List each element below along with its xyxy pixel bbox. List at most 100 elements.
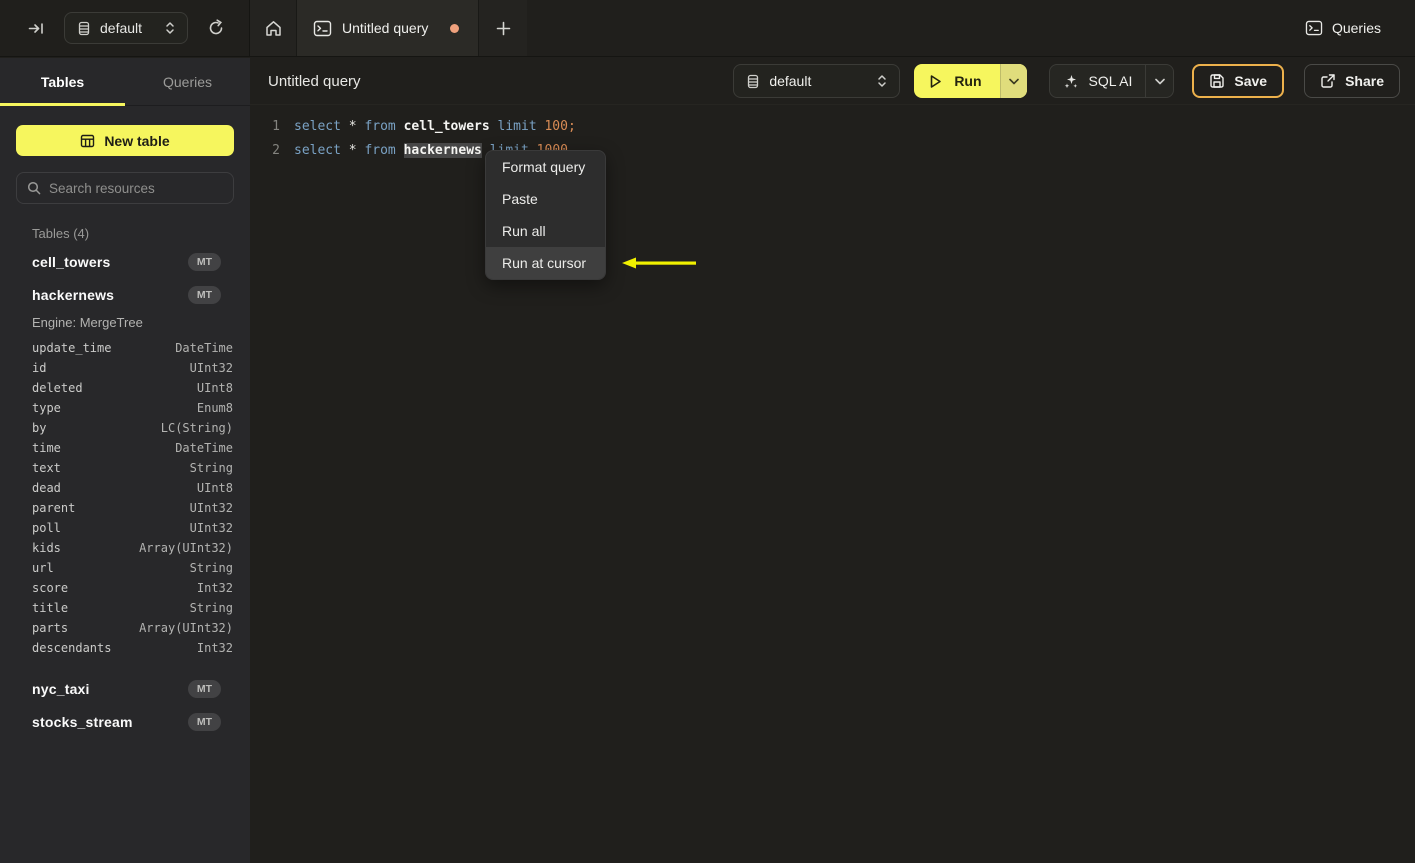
play-icon	[929, 74, 942, 89]
run-button-label: Run	[954, 73, 982, 89]
search-input[interactable]	[49, 180, 226, 196]
table-name: stocks_stream	[32, 713, 133, 730]
column-row: score Int32	[0, 578, 250, 598]
home-button[interactable]	[250, 0, 296, 56]
column-row: text String	[0, 458, 250, 478]
column-name: descendants	[32, 641, 112, 655]
database-selector[interactable]: default	[733, 64, 901, 98]
menu-item-run-at-cursor[interactable]: Run at cursor	[486, 247, 605, 279]
column-name: update_time	[32, 341, 112, 355]
column-row: url String	[0, 558, 250, 578]
column-name: deleted	[32, 381, 83, 395]
column-row: kids Array(UInt32)	[0, 538, 250, 558]
menu-item-run-all[interactable]: Run all	[486, 215, 605, 247]
database-selector[interactable]: default	[64, 12, 189, 44]
editor-context-menu: Format query Paste Run all Run at cursor	[485, 150, 606, 280]
table-item-stocks_stream[interactable]: stocks_stream MT	[0, 705, 250, 738]
selected-token: hackernews	[403, 142, 482, 158]
engine-badge: MT	[187, 252, 221, 271]
column-name: id	[32, 361, 47, 375]
column-type: Int32	[196, 581, 233, 595]
column-type: LC(String)	[160, 421, 233, 435]
top-bar-spacer	[527, 0, 1293, 56]
save-button[interactable]: Save	[1192, 64, 1285, 98]
sql-editor[interactable]: 1 select * from cell_towers limit 100; 2 se…	[250, 105, 1415, 162]
line-number: 2	[272, 142, 280, 158]
column-row: parts Array(UInt32)	[0, 618, 250, 638]
column-type: String	[189, 461, 233, 475]
column-row: dead UInt8	[0, 478, 250, 498]
column-name: time	[32, 441, 61, 455]
table-name: nyc_taxi	[32, 680, 90, 697]
plus-icon	[496, 21, 511, 36]
engine-badge: MT	[187, 285, 221, 304]
column-type: Array(UInt32)	[139, 541, 233, 555]
engine-badge: MT	[187, 712, 221, 731]
run-options-button[interactable]	[999, 64, 1027, 98]
column-type: Int32	[196, 641, 233, 655]
column-type: UInt32	[189, 361, 233, 375]
collapse-sidebar-button[interactable]	[22, 14, 50, 42]
sidebar-tab-queries[interactable]: Queries	[125, 58, 250, 105]
run-button[interactable]: Run	[914, 64, 999, 98]
share-button[interactable]: Share	[1304, 64, 1400, 98]
menu-item-format-query[interactable]: Format query	[486, 151, 605, 183]
table-engine-label: Engine: MergeTree	[32, 315, 143, 330]
code-token: from	[364, 142, 396, 158]
search-icon	[27, 181, 41, 195]
column-type: Enum8	[196, 401, 233, 415]
refresh-button[interactable]	[202, 14, 230, 42]
sql-console-app: default Untitled query Queries Tables Qu…	[0, 0, 1415, 863]
tab-strip: Untitled query	[250, 0, 527, 56]
save-button-label: Save	[1234, 73, 1268, 89]
chevron-down-icon	[1008, 78, 1019, 85]
table-item-hackernews[interactable]: hackernews MT	[0, 278, 250, 311]
column-name: parts	[32, 621, 69, 635]
tab-label: Untitled query	[342, 20, 429, 36]
column-row: title String	[0, 598, 250, 618]
table-name: hackernews	[32, 286, 115, 303]
sql-ai-button[interactable]: SQL AI	[1050, 65, 1146, 97]
column-name: kids	[32, 541, 61, 555]
column-row: deleted UInt8	[0, 378, 250, 398]
column-name: parent	[32, 501, 76, 515]
column-name: poll	[32, 521, 61, 535]
terminal-icon	[1305, 20, 1323, 36]
code-token: *	[348, 118, 357, 134]
queries-button[interactable]: Queries	[1293, 20, 1415, 36]
sparkles-icon	[1063, 73, 1080, 90]
updown-chevron-icon	[165, 21, 175, 35]
column-row: update_time DateTime	[0, 338, 250, 358]
sql-ai-options-button[interactable]	[1145, 65, 1173, 97]
menu-item-paste[interactable]: Paste	[486, 183, 605, 215]
new-table-button[interactable]: New table	[16, 125, 234, 156]
code-token: select	[294, 118, 341, 134]
share-icon	[1320, 73, 1336, 89]
query-toolbar: Untitled query default Run SQL AI Save S…	[250, 58, 1415, 105]
column-type: String	[189, 561, 233, 575]
column-name: title	[32, 601, 69, 615]
column-name: by	[32, 421, 47, 435]
refresh-icon	[207, 19, 225, 37]
collapse-sidebar-icon	[28, 20, 45, 37]
table-item-cell_towers[interactable]: cell_towers MT	[0, 245, 250, 278]
sidebar-tab-tables[interactable]: Tables	[0, 58, 125, 106]
tab-untitled-query[interactable]: Untitled query	[296, 0, 479, 56]
column-name: type	[32, 401, 61, 415]
tables-section-label: Tables (4)	[32, 226, 90, 241]
new-tab-button[interactable]	[479, 0, 527, 56]
column-row: poll UInt32	[0, 518, 250, 538]
sidebar-tab-tables-label: Tables	[40, 73, 85, 90]
code-token: *	[348, 142, 357, 158]
column-type: String	[189, 601, 233, 615]
table-item-nyc_taxi[interactable]: nyc_taxi MT	[0, 672, 250, 705]
sidebar-tab-queries-label: Queries	[162, 73, 213, 90]
column-type: UInt8	[196, 381, 233, 395]
database-selector-value: default	[769, 73, 812, 89]
new-table-label: New table	[104, 132, 170, 149]
sql-ai-label: SQL AI	[1088, 73, 1133, 89]
column-type: DateTime	[175, 441, 233, 455]
